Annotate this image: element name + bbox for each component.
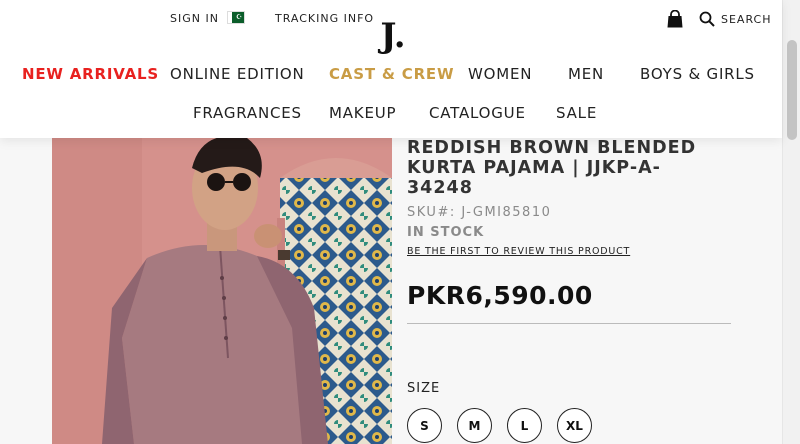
product-page: SIGN IN ☪ TRACKING INFO J. SEARCH NEW AR… <box>0 0 800 444</box>
brand-logo[interactable]: J. <box>378 14 408 58</box>
nav-makeup[interactable]: MAKEUP <box>329 104 396 122</box>
page-scrollbar[interactable] <box>782 0 800 444</box>
size-option-xl[interactable]: XL <box>557 408 592 443</box>
nav-cast-and-crew[interactable]: CAST & CREW <box>329 65 454 83</box>
nav-catalogue[interactable]: CATALOGUE <box>429 104 526 122</box>
nav-online-edition[interactable]: ONLINE EDITION <box>170 65 305 83</box>
product-title: REDDISH BROWN BLENDED KURTA PAJAMA | JJK… <box>407 138 697 198</box>
site-header: SIGN IN ☪ TRACKING INFO J. SEARCH NEW AR… <box>0 0 782 138</box>
search-icon[interactable] <box>699 11 715 27</box>
nav-women[interactable]: WOMEN <box>468 65 532 83</box>
stock-status: IN STOCK <box>407 225 485 240</box>
nav-men[interactable]: MEN <box>568 65 604 83</box>
product-price: PKR6,590.00 <box>407 281 593 310</box>
size-option-s[interactable]: S <box>407 408 442 443</box>
scrollbar-thumb[interactable] <box>787 40 797 140</box>
sign-in-link[interactable]: SIGN IN <box>170 12 219 25</box>
product-sku: SKU#: J-GMI85810 <box>407 205 552 220</box>
product-image[interactable] <box>52 138 392 444</box>
tracking-info-link[interactable]: TRACKING INFO <box>275 12 374 25</box>
size-label: SIZE <box>407 381 441 396</box>
divider <box>407 323 731 324</box>
flag-icon[interactable]: ☪ <box>227 11 245 24</box>
write-review-link[interactable]: BE THE FIRST TO REVIEW THIS PRODUCT <box>407 246 630 257</box>
search-label[interactable]: SEARCH <box>721 13 772 26</box>
size-option-l[interactable]: L <box>507 408 542 443</box>
nav-boys-girls[interactable]: BOYS & GIRLS <box>640 65 755 83</box>
nav-new-arrivals[interactable]: NEW ARRIVALS <box>22 65 159 83</box>
nav-fragrances[interactable]: FRAGRANCES <box>193 104 302 122</box>
nav-sale[interactable]: SALE <box>556 104 597 122</box>
product-photo <box>52 138 392 444</box>
bag-icon[interactable] <box>667 10 683 28</box>
flag-crescent: ☪ <box>236 13 243 21</box>
size-option-m[interactable]: M <box>457 408 492 443</box>
